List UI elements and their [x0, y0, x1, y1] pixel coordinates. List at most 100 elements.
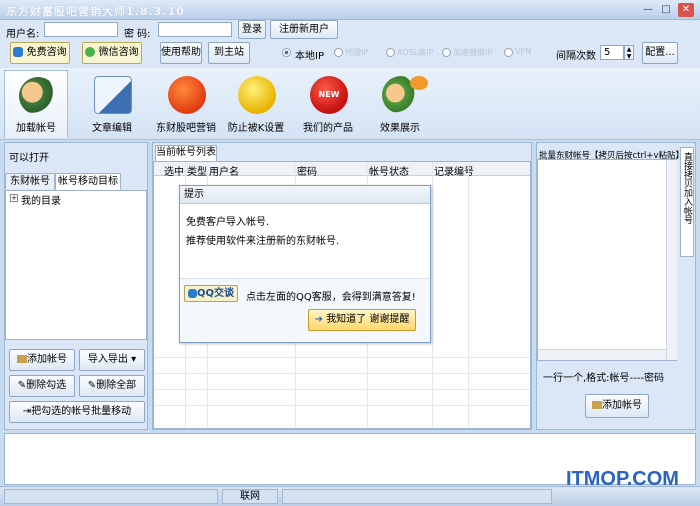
- add-icon: [592, 401, 602, 409]
- free-consult-button[interactable]: 免费咨询: [10, 42, 70, 64]
- quote-bubble-icon: [410, 76, 428, 90]
- add-account-label: 添加帐号: [27, 354, 67, 365]
- batch-accounts-textarea[interactable]: [537, 159, 677, 361]
- wechat-consult-label: 微信咨询: [98, 47, 139, 58]
- network-options: 本地IP 代理IP ADSL换IP 加速器换IP VPN: [282, 46, 532, 62]
- qq-chat-label: QQ交谈: [196, 288, 234, 299]
- right-panel: 批量东财帐号【拷贝后按ctrl+v粘贴】 直接拷贝加入帐号 一行一个,格式:帐号…: [536, 142, 696, 430]
- option-local-ip: 本地IP: [295, 51, 324, 62]
- radio-vpn[interactable]: [504, 48, 513, 57]
- row-divider: [154, 389, 530, 390]
- user-money-icon: [19, 77, 57, 115]
- interval-label: 间隔次数: [556, 51, 596, 62]
- col-password[interactable]: 密码: [297, 163, 317, 178]
- tool-anti-k-settings[interactable]: 防止被K设置: [224, 70, 288, 138]
- arrow-right-icon: ➜: [314, 314, 323, 325]
- tool-our-products-label: 我们的产品: [303, 123, 353, 134]
- row-divider: [154, 373, 530, 374]
- password-input[interactable]: [158, 22, 232, 37]
- new-badge-icon: NEW: [310, 76, 348, 114]
- dialog-footer: QQ交谈 点击左面的QQ客服，会得到满意答复! ➜ 我知道了 谢谢提醒: [180, 278, 430, 342]
- close-button[interactable]: ✕: [678, 3, 694, 17]
- interval-spinner[interactable]: ▲ ▼: [624, 45, 634, 60]
- username-label: 用户名:: [6, 29, 40, 40]
- tool-load-accounts[interactable]: 加载帐号: [4, 70, 68, 138]
- status-cell-1: [4, 489, 218, 504]
- username-input[interactable]: [44, 22, 118, 37]
- directory-tree[interactable]: + 我的目录: [5, 190, 147, 340]
- dropdown-arrow-icon: ▾: [131, 354, 137, 365]
- help-button[interactable]: 使用帮助: [160, 42, 202, 64]
- qq-chat-button[interactable]: QQ交谈: [184, 285, 238, 302]
- home-button[interactable]: 到主站: [208, 42, 250, 64]
- option-vpn: VPN: [515, 47, 532, 56]
- tool-guba-marketing-label: 东财股吧营销: [156, 123, 216, 134]
- col-status[interactable]: 帐号状态: [369, 163, 409, 178]
- qq-icon: [187, 288, 197, 298]
- top-control-area: 用户名: 密 码: 登录 注册新用户 免费咨询 微信咨询 使用帮助 到主站 本地…: [0, 20, 700, 68]
- col-username[interactable]: 用户名: [209, 163, 239, 178]
- left-panel-title: 可以打开: [9, 153, 49, 164]
- import-export-button[interactable]: 导入导出 ▾: [79, 349, 145, 371]
- horizontal-scrollbar[interactable]: [538, 349, 666, 360]
- config-button[interactable]: 配置...: [642, 42, 678, 64]
- tab-current-accounts[interactable]: 当前帐号列表: [155, 145, 217, 161]
- wechat-icon: [85, 47, 96, 57]
- acknowledge-button[interactable]: ➜ 我知道了 谢谢提醒: [308, 309, 416, 331]
- tip-dialog: 提示 免费客户导入帐号. 推荐使用软件来注册新的东财帐号. QQ交谈 点击左面的…: [179, 185, 431, 343]
- status-cell-3: [282, 489, 552, 504]
- batch-move-label: 把勾选的帐号批量移动: [31, 406, 132, 417]
- acknowledge-label: 我知道了 谢谢提醒: [326, 314, 410, 325]
- add-account-button[interactable]: 添加帐号: [9, 349, 75, 371]
- tool-effect-show-label: 效果展示: [380, 123, 420, 134]
- delete-all-button[interactable]: ✎删除全部: [79, 375, 145, 397]
- radio-local-ip[interactable]: [282, 48, 291, 57]
- qq-help-text: 点击左面的QQ客服，会得到满意答复!: [246, 292, 416, 303]
- dialog-line-1: 免费客户导入帐号.: [186, 217, 270, 228]
- right-add-account-button[interactable]: 添加帐号: [585, 394, 649, 418]
- tool-our-products[interactable]: NEW 我们的产品: [296, 70, 360, 138]
- delete-checked-button[interactable]: ✎删除勾选: [9, 375, 75, 397]
- format-hint: 一行一个,格式:帐号----密码: [543, 373, 664, 384]
- minimize-button[interactable]: —: [640, 3, 656, 17]
- radio-proxy-ip[interactable]: [334, 48, 343, 57]
- edit-document-icon: [94, 76, 132, 114]
- row-divider: [154, 357, 530, 358]
- watermark: ITMOP.COM: [566, 468, 679, 490]
- qq-icon: [13, 47, 24, 57]
- option-adsl: ADSL换IP: [397, 48, 434, 57]
- tab-move-target[interactable]: 帐号移动目标: [55, 173, 121, 190]
- tool-guba-marketing[interactable]: 东财股吧营销: [154, 70, 218, 138]
- tool-article-edit[interactable]: 文章编辑: [80, 70, 144, 138]
- import-export-label: 导入导出: [87, 354, 128, 365]
- register-button[interactable]: 注册新用户: [270, 20, 338, 39]
- tree-root-item[interactable]: 我的目录: [21, 192, 61, 207]
- side-tab-direct-copy[interactable]: 直接拷贝加入帐号: [680, 147, 694, 257]
- dialog-title: 提示: [180, 186, 430, 204]
- eraser-icon: ✎: [87, 380, 97, 391]
- col-type[interactable]: 类型: [187, 163, 207, 178]
- login-button[interactable]: 登录: [238, 20, 266, 39]
- dialog-line-2: 推荐使用软件来注册新的东财帐号.: [186, 236, 340, 247]
- maximize-button[interactable]: □: [658, 3, 674, 17]
- wrench-icon: [238, 76, 276, 114]
- radio-adsl[interactable]: [386, 48, 395, 57]
- expand-icon[interactable]: +: [10, 194, 18, 202]
- wechat-consult-button[interactable]: 微信咨询: [82, 42, 142, 64]
- tool-anti-k-settings-label: 防止被K设置: [227, 123, 285, 134]
- add-icon: [17, 355, 27, 363]
- tool-effect-show[interactable]: 效果展示: [368, 70, 432, 138]
- vertical-scrollbar[interactable]: [666, 160, 677, 360]
- col-selected[interactable]: 选中: [164, 163, 184, 178]
- interval-input[interactable]: 5: [600, 45, 624, 60]
- batch-move-button[interactable]: ⇥把勾选的帐号批量移动: [9, 401, 145, 423]
- radio-accelerator[interactable]: [442, 48, 451, 57]
- main-toolbar: 加载帐号 文章编辑 东财股吧营销 防止被K设置 NEW 我们的产品 效果展示: [0, 68, 700, 140]
- tab-eastmoney-accounts[interactable]: 东财帐号: [5, 173, 55, 189]
- title-bar: 东方财富股吧营销大师1.8.3.10 — □ ✕: [0, 0, 700, 20]
- move-icon: ⇥: [22, 406, 32, 417]
- tool-load-accounts-label: 加载帐号: [16, 123, 56, 134]
- delete-all-label: 删除全部: [96, 380, 137, 391]
- left-panel: 可以打开 东财帐号 帐号移动目标 + 我的目录 添加帐号 导入导出 ▾ ✎删除勾…: [4, 142, 148, 430]
- delete-checked-label: 删除勾选: [26, 380, 67, 391]
